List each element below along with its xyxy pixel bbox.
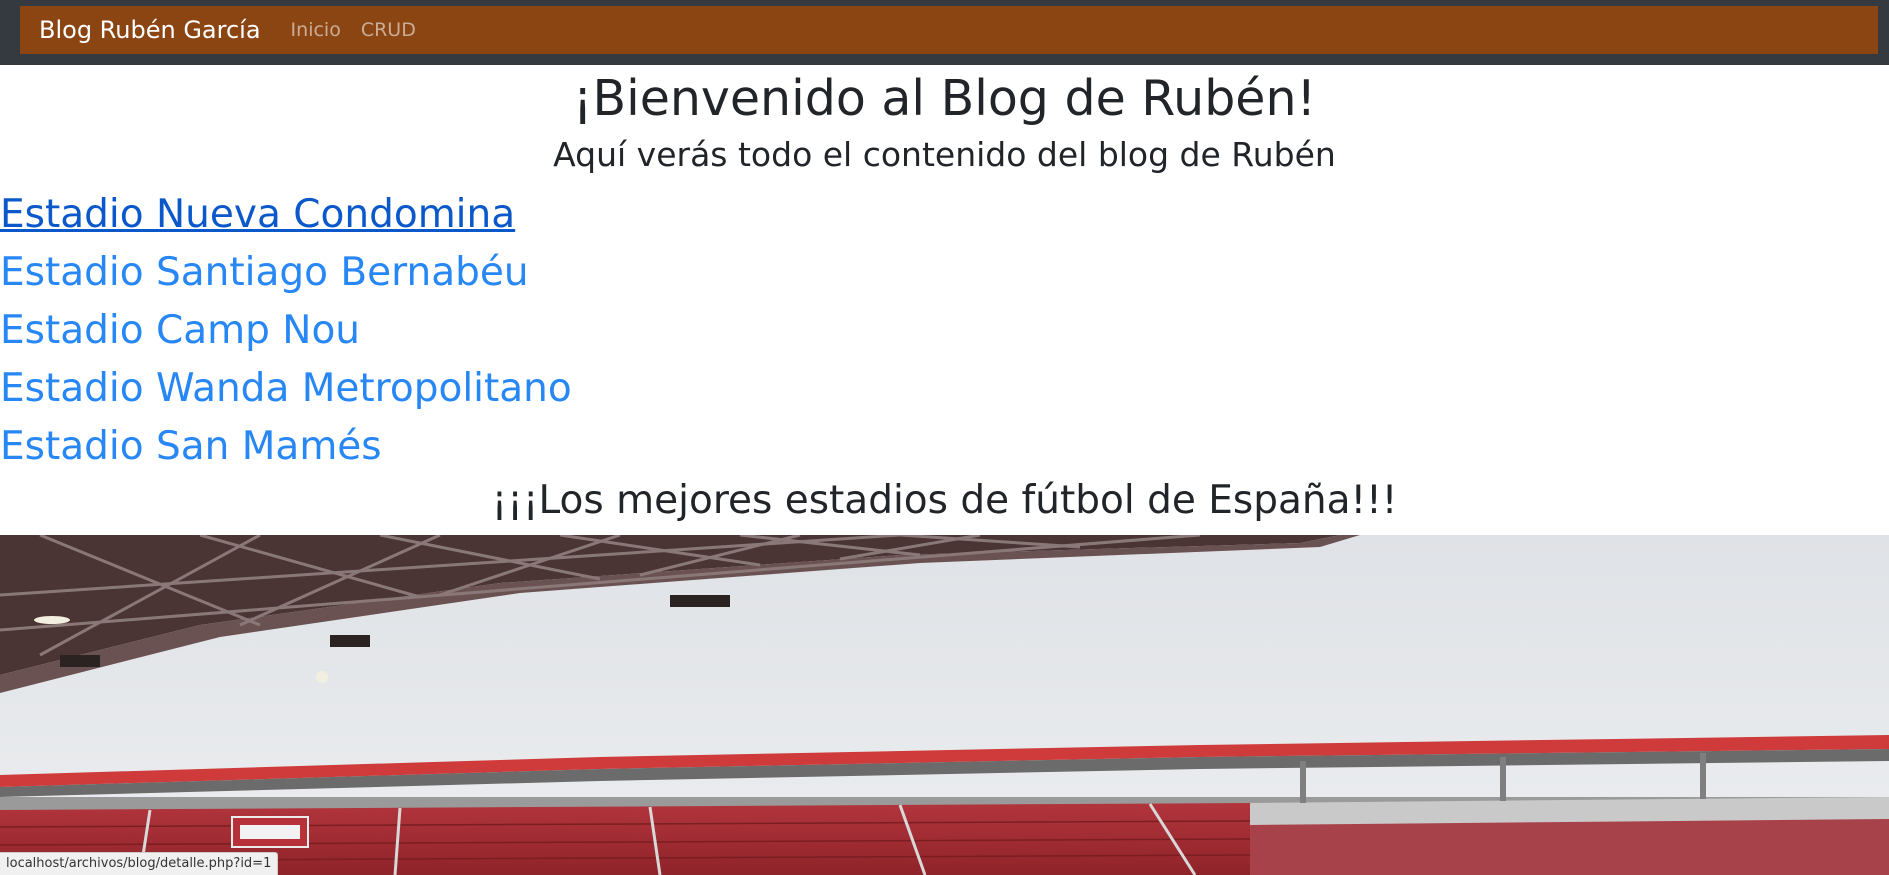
list-item: Estadio San Mamés [0, 418, 572, 476]
page-title: ¡Bienvenido al Blog de Rubén! [572, 70, 1317, 127]
nav-link-crud[interactable]: CRUD [361, 19, 416, 41]
list-item: Estadio Wanda Metropolitano [0, 360, 572, 418]
stadium-link-san-mames[interactable]: Estadio San Mamés [0, 424, 382, 469]
list-item: Estadio Camp Nou [0, 302, 572, 360]
navbar: Blog Rubén García Inicio CRUD [20, 6, 1878, 54]
stadium-photo [0, 535, 1889, 875]
nav-link-inicio[interactable]: Inicio [291, 19, 341, 41]
browser-status-bar: localhost/archivos/blog/detalle.php?id=1 [0, 852, 279, 875]
stadium-list: Estadio Nueva Condomina Estadio Santiago… [0, 186, 572, 476]
page-subtitle: Aquí verás todo el contenido del blog de… [553, 135, 1336, 174]
stadium-link-nueva-condomina[interactable]: Estadio Nueva Condomina [0, 192, 515, 237]
top-bar: Blog Rubén García Inicio CRUD [0, 0, 1889, 65]
tagline: ¡¡¡Los mejores estadios de fútbol de Esp… [491, 478, 1398, 523]
stadium-link-camp-nou[interactable]: Estadio Camp Nou [0, 308, 360, 353]
list-item: Estadio Nueva Condomina [0, 186, 572, 244]
stadium-link-santiago-bernabeu[interactable]: Estadio Santiago Bernabéu [0, 250, 529, 295]
list-item: Estadio Santiago Bernabéu [0, 244, 572, 302]
stadium-illustration [0, 535, 1889, 875]
stadium-link-wanda-metropolitano[interactable]: Estadio Wanda Metropolitano [0, 366, 572, 411]
navbar-brand[interactable]: Blog Rubén García [39, 16, 261, 44]
